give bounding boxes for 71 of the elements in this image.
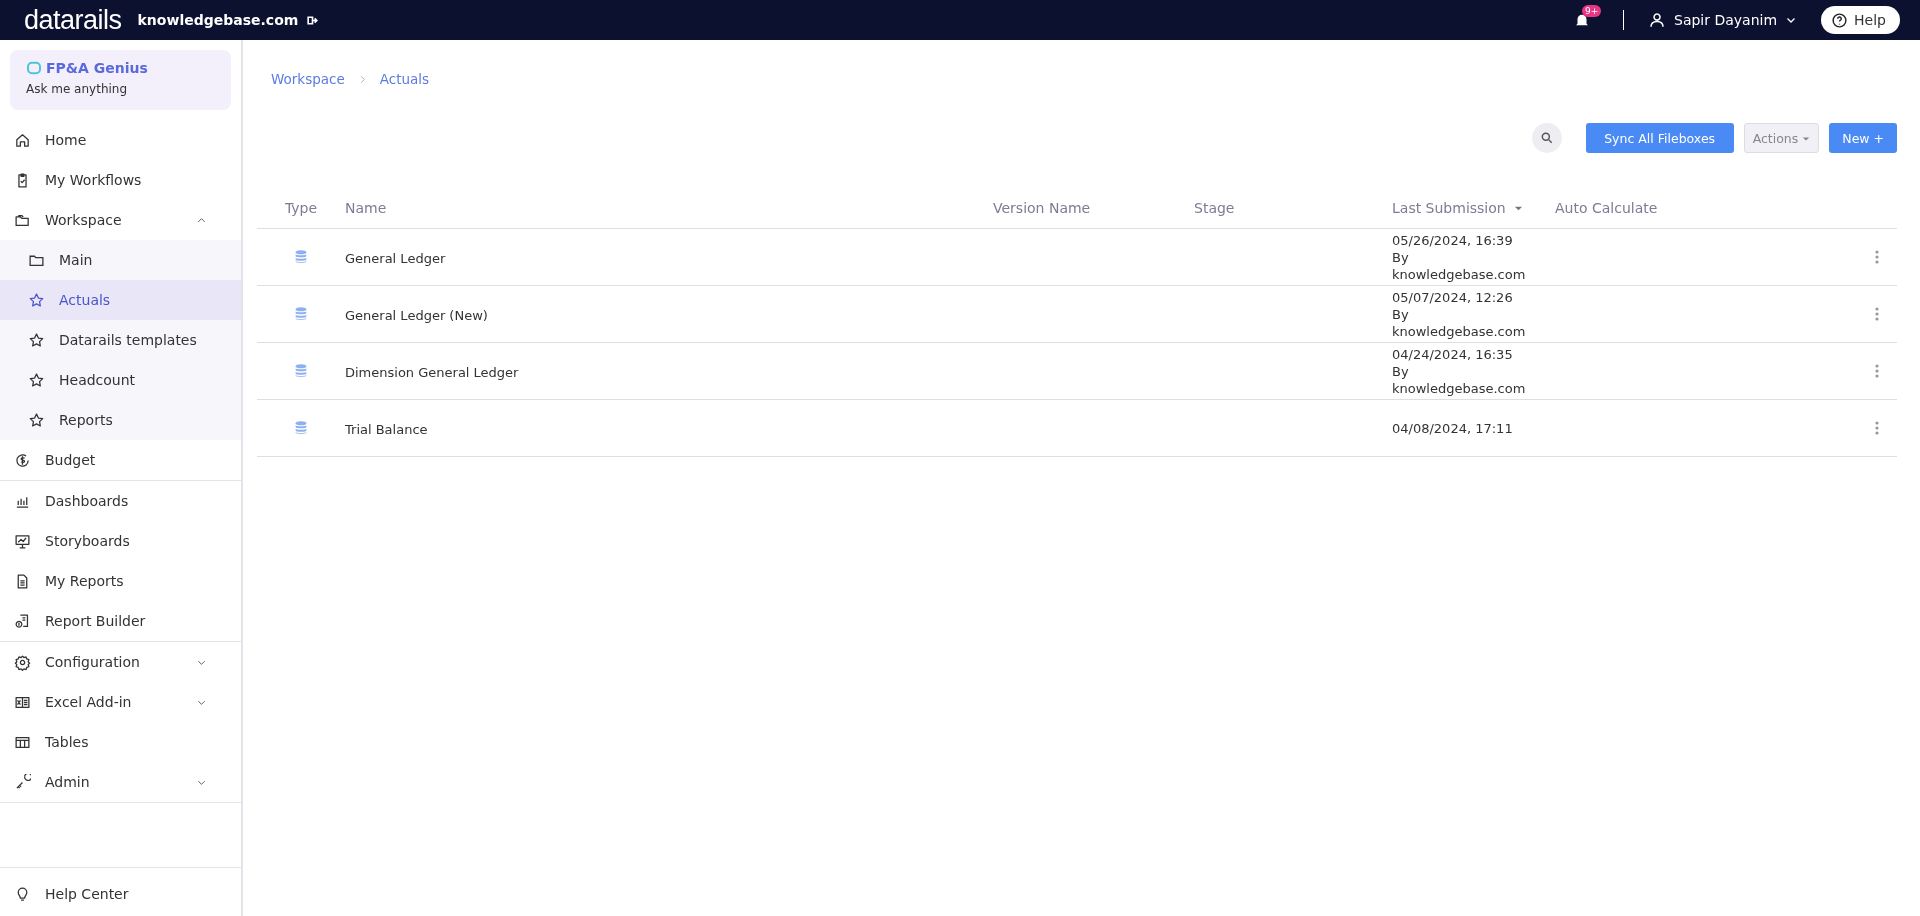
sidebar-subitem[interactable]: Headcount [0,360,241,400]
caret-icon [1802,134,1811,143]
sidebar-item[interactable]: Report Builder [0,601,241,641]
genius-subtitle: Ask me anything [26,82,129,96]
column-header: Version Name [993,200,1091,216]
search-icon [1539,131,1554,145]
chat-icon [26,60,42,76]
column-header[interactable]: Last Submission [1392,200,1506,216]
sidebar-item[interactable]: Admin [0,762,241,802]
sidebar-item[interactable]: My Reports [0,561,241,601]
file-name[interactable]: General Ledger [345,250,446,266]
user-icon[interactable] [1648,11,1666,29]
submission-text: knowledgebase.com [1392,380,1527,396]
help-icon [1831,11,1849,29]
submission-text: knowledgebase.com [1392,323,1527,339]
column-header: Stage [1194,200,1235,216]
column-header: Name [345,200,387,216]
genius-title: FP&A Genius [46,60,148,76]
database-icon [293,362,309,380]
dollar-cycle-icon [14,451,31,469]
sidebar-item[interactable]: Home [0,120,241,160]
sidebar-subitem[interactable]: Reports [0,400,241,440]
star-icon [28,371,45,389]
submission-text: 05/07/2024, 12:26 [1392,289,1514,305]
genius-card[interactable]: FP&A Genius Ask me anything [10,50,231,110]
gear-icon [14,653,31,671]
database-icon [293,248,309,266]
breadcrumb-link[interactable]: Workspace [271,71,345,87]
sidebar-item[interactable]: Budget [0,440,241,480]
file-name[interactable]: Trial Balance [345,421,428,437]
sidebar-item[interactable]: Workspace [0,200,241,240]
more-vertical-icon[interactable] [1875,307,1879,321]
file-name[interactable]: General Ledger (New) [345,307,488,323]
star-icon [28,331,45,349]
submission-text: 05/26/2024, 16:39 [1392,232,1514,248]
submission-text: By [1392,363,1410,379]
sidebar-item[interactable]: Configuration [0,642,241,682]
star-icon [28,291,45,309]
notification-badge: 9+ [1582,5,1602,17]
file-name[interactable]: Dimension General Ledger [345,364,519,380]
sidebar-item[interactable]: Storyboards [0,521,241,561]
sidebar-item[interactable]: Dashboards [0,481,241,521]
sidebar-subitem[interactable]: Datarails templates [0,320,241,360]
database-icon [293,305,309,323]
help-center-item[interactable]: Help Center [0,874,241,914]
home-icon [14,131,31,149]
sidebar-item[interactable]: My Workflows [0,160,241,200]
sidebar-item[interactable]: Excel Add-in [0,682,241,722]
breadcrumb-link[interactable]: Actuals [379,71,430,87]
more-vertical-icon[interactable] [1875,364,1879,378]
more-vertical-icon[interactable] [1875,250,1879,264]
submission-text: By [1392,306,1410,322]
submission-text: 04/08/2024, 17:11 [1392,420,1514,436]
sidebar-subitem[interactable]: Main [0,240,241,280]
sidebar-subitem[interactable]: Actuals [0,280,241,320]
sidebar-item[interactable]: Tables [0,722,241,762]
help-button[interactable]: Help [1821,6,1900,34]
submission-text: 04/24/2024, 16:35 [1392,346,1514,362]
submission-text: knowledgebase.com [1392,266,1527,282]
database-icon [293,419,309,437]
logo[interactable]: datarails [24,4,122,36]
star-icon [28,411,45,429]
switch-icon[interactable] [306,13,320,27]
search-button[interactable] [1531,123,1562,153]
monitor-chart-icon [14,532,31,550]
submission-text: By [1392,249,1410,265]
column-header: Auto Calculate [1555,200,1658,216]
user-name[interactable]: Sapir Dayanim [1674,12,1778,28]
more-vertical-icon[interactable] [1875,421,1879,435]
column-header: Type [284,200,318,216]
company-link[interactable]: knowledgebase.com [137,12,299,28]
